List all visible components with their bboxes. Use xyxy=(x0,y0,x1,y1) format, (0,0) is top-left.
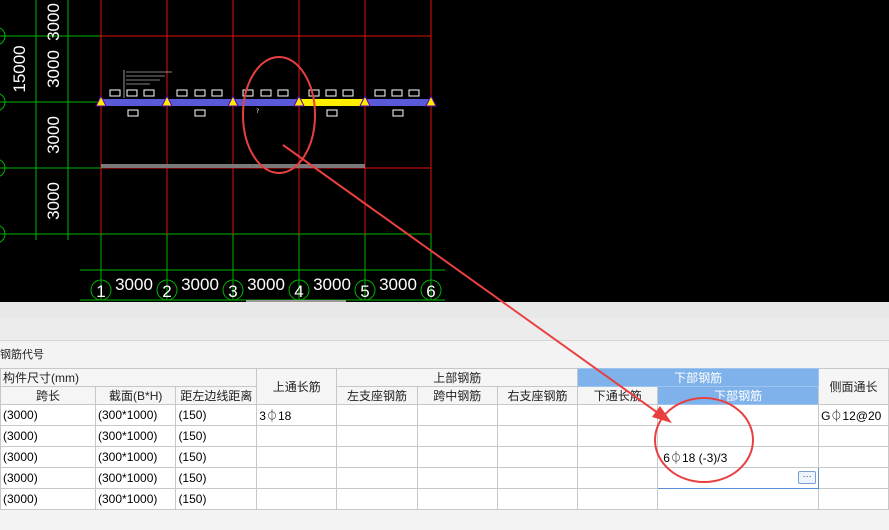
ellipsis-button[interactable]: ··· xyxy=(798,471,817,484)
cell-bottom-bar[interactable]: 6⏀18 (-3)/3 xyxy=(657,446,820,468)
left-dim-4: 3000 xyxy=(44,182,63,220)
cell-right-support[interactable] xyxy=(496,446,579,468)
cell-mid-span[interactable] xyxy=(416,404,498,426)
cell-mid-span[interactable] xyxy=(416,446,498,468)
cell-span[interactable]: (3000) xyxy=(0,446,97,468)
group-header-top-bars: 上部钢筋 xyxy=(336,368,579,387)
cell-top-through[interactable] xyxy=(256,467,338,489)
header-section[interactable]: 截面(B*H) xyxy=(95,386,177,405)
cell-section[interactable]: (300*1000) xyxy=(95,467,177,489)
cell-bottom-bar[interactable] xyxy=(657,425,820,447)
cell-left-support[interactable] xyxy=(336,446,418,468)
cell-right-support[interactable] xyxy=(496,488,579,510)
axis-label-1: 1 xyxy=(96,282,105,301)
header-offset[interactable]: 距左边线距离 xyxy=(175,386,258,405)
axis-label-2: 2 xyxy=(162,282,171,301)
section-title: 钢筋代号 xyxy=(0,348,44,361)
group-header-size: 构件尺寸(mm) xyxy=(0,368,258,387)
cell-bottom-through[interactable] xyxy=(577,404,659,426)
cell-offset[interactable]: (150) xyxy=(175,446,258,468)
lower-beam[interactable] xyxy=(101,164,365,168)
header-left-support[interactable]: 左支座钢筋 xyxy=(336,386,418,405)
cell-section[interactable]: (300*1000) xyxy=(95,425,177,447)
panel-toolbar xyxy=(0,302,889,319)
axis-label-4: 4 xyxy=(294,282,303,301)
cell-left-support[interactable] xyxy=(336,404,418,426)
cell-side-through[interactable]: G⏀12@20 xyxy=(818,404,889,426)
cell-right-support[interactable] xyxy=(496,404,579,426)
cell-right-support[interactable] xyxy=(496,467,579,489)
cell-left-support[interactable] xyxy=(336,488,418,510)
panel-tab-bar xyxy=(0,318,889,341)
header-mid-span[interactable]: 跨中钢筋 xyxy=(416,386,498,405)
table-row[interactable]: (3000) (300*1000) (150) 3⏀18 G⏀12@20 xyxy=(0,404,889,426)
cell-top-through[interactable] xyxy=(256,425,338,447)
header-right-support[interactable]: 右支座钢筋 xyxy=(496,386,579,405)
bottom-dim-4: 3000 xyxy=(313,275,351,294)
cell-top-through[interactable]: 3⏀18 xyxy=(256,404,338,426)
cell-bottom-through[interactable] xyxy=(577,446,659,468)
small-beam-note: ? xyxy=(256,108,259,115)
table-row[interactable]: (3000) (300*1000) (150) ··· xyxy=(0,467,889,489)
header-bottom-bar[interactable]: 下部钢筋 xyxy=(657,386,820,405)
cell-section[interactable]: (300*1000) xyxy=(95,488,177,510)
cell-span[interactable]: (3000) xyxy=(0,488,97,510)
table-row[interactable]: (3000) (300*1000) (150) xyxy=(0,488,889,510)
cell-bottom-bar[interactable] xyxy=(657,404,820,426)
header-top-through[interactable]: 上通长筋 xyxy=(256,368,338,405)
cell-offset[interactable]: (150) xyxy=(175,404,258,426)
cad-canvas[interactable]: ? 3000 3000 3000 3000 15000 3000 3000 30… xyxy=(0,0,889,302)
rebar-table: 构件尺寸(mm) 上通长筋 上部钢筋 下部钢筋 侧面通长 跨长 截面(B*H) … xyxy=(0,368,889,510)
table-row[interactable]: (3000) (300*1000) (150) 6⏀18 (-3)/3 xyxy=(0,446,889,468)
rebar-input-panel: 钢筋代号 构件尺寸(mm) 上通长筋 上部钢筋 下部钢筋 侧面通长 跨长 截面(… xyxy=(0,302,889,530)
cell-span[interactable]: (3000) xyxy=(0,425,97,447)
bottom-dim-2: 3000 xyxy=(181,275,219,294)
bottom-dim-5: 3000 xyxy=(379,275,417,294)
cell-left-support[interactable] xyxy=(336,425,418,447)
cell-span[interactable]: (3000) xyxy=(0,404,97,426)
red-grid xyxy=(100,0,432,234)
cell-mid-span[interactable] xyxy=(416,425,498,447)
selected-beam[interactable] xyxy=(95,70,437,117)
cell-bottom-through[interactable] xyxy=(577,488,659,510)
bottom-dim-1: 3000 xyxy=(115,275,153,294)
axis-label-3: 3 xyxy=(228,282,237,301)
cell-right-support[interactable] xyxy=(496,425,579,447)
header-bottom-through[interactable]: 下通长筋 xyxy=(577,386,659,405)
cell-mid-span[interactable] xyxy=(416,467,498,489)
cell-mid-span[interactable] xyxy=(416,488,498,510)
cell-offset[interactable]: (150) xyxy=(175,425,258,447)
cell-side-through[interactable] xyxy=(818,446,889,468)
drawing-svg: ? 3000 3000 3000 3000 15000 3000 3000 30… xyxy=(0,0,445,301)
cell-offset[interactable]: (150) xyxy=(175,488,258,510)
cell-side-through[interactable] xyxy=(818,467,889,489)
table-row[interactable]: (3000) (300*1000) (150) xyxy=(0,425,889,447)
left-axis-bubbles xyxy=(0,27,6,243)
cell-span[interactable]: (3000) xyxy=(0,467,97,489)
left-dim-1: 3000 xyxy=(44,3,63,41)
header-span-length[interactable]: 跨长 xyxy=(0,386,97,405)
axis-label-6: 6 xyxy=(426,282,435,301)
cell-left-support[interactable] xyxy=(336,467,418,489)
cell-top-through[interactable] xyxy=(256,446,338,468)
left-dim-2: 3000 xyxy=(44,50,63,88)
cell-bottom-through[interactable] xyxy=(577,467,659,489)
left-dim-3: 3000 xyxy=(44,116,63,154)
bottom-dim-3: 3000 xyxy=(247,275,285,294)
group-header-bottom-bars[interactable]: 下部钢筋 xyxy=(577,368,820,387)
cell-bottom-through[interactable] xyxy=(577,425,659,447)
cell-side-through[interactable] xyxy=(818,488,889,510)
cell-section[interactable]: (300*1000) xyxy=(95,446,177,468)
cell-side-through[interactable] xyxy=(818,425,889,447)
cell-bottom-bar-editing[interactable]: ··· xyxy=(657,467,820,489)
cell-top-through[interactable] xyxy=(256,488,338,510)
axis-label-5: 5 xyxy=(360,282,369,301)
cell-offset[interactable]: (150) xyxy=(175,467,258,489)
cell-bottom-bar[interactable] xyxy=(657,488,820,510)
overall-dim: 15000 xyxy=(10,45,29,92)
header-side-through[interactable]: 侧面通长 xyxy=(818,368,889,405)
beam-note-lines xyxy=(123,70,172,98)
cell-section[interactable]: (300*1000) xyxy=(95,404,177,426)
